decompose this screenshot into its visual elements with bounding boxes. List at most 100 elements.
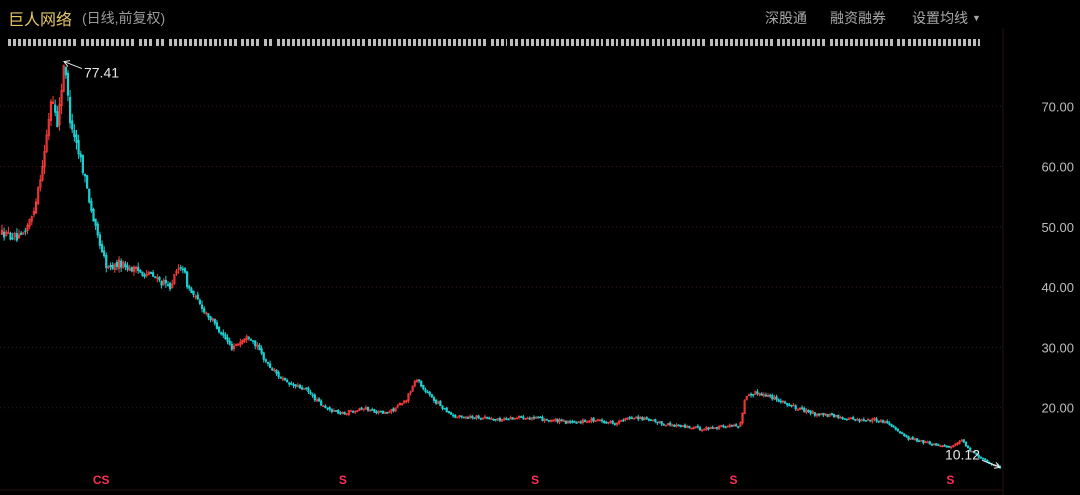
candle-body <box>843 418 846 420</box>
candle-body <box>564 420 568 424</box>
candle-body <box>207 313 210 318</box>
candle-body <box>213 318 216 324</box>
candle-body <box>545 418 548 421</box>
candle-body <box>505 418 508 420</box>
candle-body <box>120 260 123 268</box>
y-tick-label: 30.00 <box>1041 340 1074 355</box>
event-marker[interactable]: CS <box>93 473 110 487</box>
candle-body <box>662 424 665 426</box>
candle-body <box>151 272 155 277</box>
candle-body <box>247 337 250 339</box>
candle-body <box>788 404 791 407</box>
candle-body <box>56 111 59 128</box>
candle-body <box>862 419 865 421</box>
candle-body <box>326 407 329 410</box>
candle-body <box>473 417 476 420</box>
candle-body <box>160 281 163 286</box>
candle-body <box>852 417 855 420</box>
candle-body <box>334 410 338 412</box>
candle-body <box>573 420 576 423</box>
candle-body <box>937 444 940 446</box>
event-marker[interactable]: S <box>531 473 539 487</box>
candle-body <box>103 250 106 257</box>
candle-body <box>888 422 891 425</box>
candle-body <box>307 387 310 393</box>
candle-body <box>537 416 540 419</box>
candle-body <box>109 264 112 268</box>
event-marker[interactable]: S <box>729 473 737 487</box>
candle-body <box>88 188 91 203</box>
candle-body <box>569 421 572 423</box>
candle-body <box>81 155 84 174</box>
candle-body <box>881 420 885 423</box>
candle-body <box>875 418 878 422</box>
candle-body <box>571 421 574 423</box>
candle-body <box>896 428 899 432</box>
candle-body <box>320 400 323 406</box>
candle-body <box>428 391 431 395</box>
candle-body <box>901 432 904 434</box>
candle-body <box>730 425 733 427</box>
candle-body <box>352 410 355 413</box>
candle-body <box>984 458 987 461</box>
candle-body <box>783 401 787 404</box>
candle-body <box>707 427 710 430</box>
y-tick-label: 70.00 <box>1041 99 1074 114</box>
candle-body <box>75 134 78 143</box>
candle-body <box>818 413 821 416</box>
candle-body <box>251 340 255 342</box>
candle-body <box>305 387 308 389</box>
candle-body <box>807 409 810 412</box>
candle-body <box>462 416 465 419</box>
candle-body <box>328 407 331 410</box>
candle-body <box>188 286 191 289</box>
candle-body <box>479 417 482 420</box>
candle-body <box>20 232 23 235</box>
candle-body <box>556 418 559 422</box>
candle-body <box>439 400 442 407</box>
candle-body <box>539 416 542 419</box>
candle-body <box>613 423 616 425</box>
candle-body <box>186 271 189 288</box>
candlestick-chart[interactable]: 20.00 30.00 40.00 50.00 60.00 70.00 77.41 10.12… <box>0 0 1080 495</box>
candle-body <box>203 308 206 313</box>
event-marker[interactable]: S <box>946 473 954 487</box>
candle-body <box>249 339 253 341</box>
candle-body <box>373 409 376 413</box>
candle-body <box>375 411 378 414</box>
candle-body <box>979 456 982 459</box>
candle-body <box>449 412 453 415</box>
candle-body <box>962 439 965 443</box>
candle-body <box>68 96 72 124</box>
candle-body <box>752 394 755 396</box>
candle-body <box>656 421 659 424</box>
candle-body <box>330 409 333 413</box>
candle-body <box>522 416 525 419</box>
candle-body <box>911 437 914 440</box>
candle-body <box>926 441 929 444</box>
candle-body <box>764 394 768 397</box>
candle-body <box>228 340 231 345</box>
candle-body <box>179 267 182 269</box>
event-marker[interactable]: S <box>339 473 347 487</box>
candle-body <box>600 419 604 422</box>
candle-body <box>869 419 872 422</box>
candle-body <box>181 268 184 271</box>
candle-body <box>579 421 582 424</box>
y-tick-label: 40.00 <box>1041 280 1074 295</box>
candle-body <box>775 396 778 400</box>
candle-body <box>92 208 95 222</box>
candle-body <box>424 389 427 392</box>
candle-body <box>922 439 925 444</box>
candle-body <box>466 417 470 419</box>
candle-body <box>660 421 663 425</box>
candle-body <box>603 421 606 423</box>
candle-body <box>317 398 321 402</box>
candle-body <box>24 230 27 233</box>
candle-body <box>258 344 261 351</box>
candle-body <box>841 417 844 419</box>
grid-layer <box>0 28 1004 495</box>
candle-body <box>452 414 455 417</box>
candle-body <box>275 369 278 374</box>
candle-body <box>379 410 382 413</box>
